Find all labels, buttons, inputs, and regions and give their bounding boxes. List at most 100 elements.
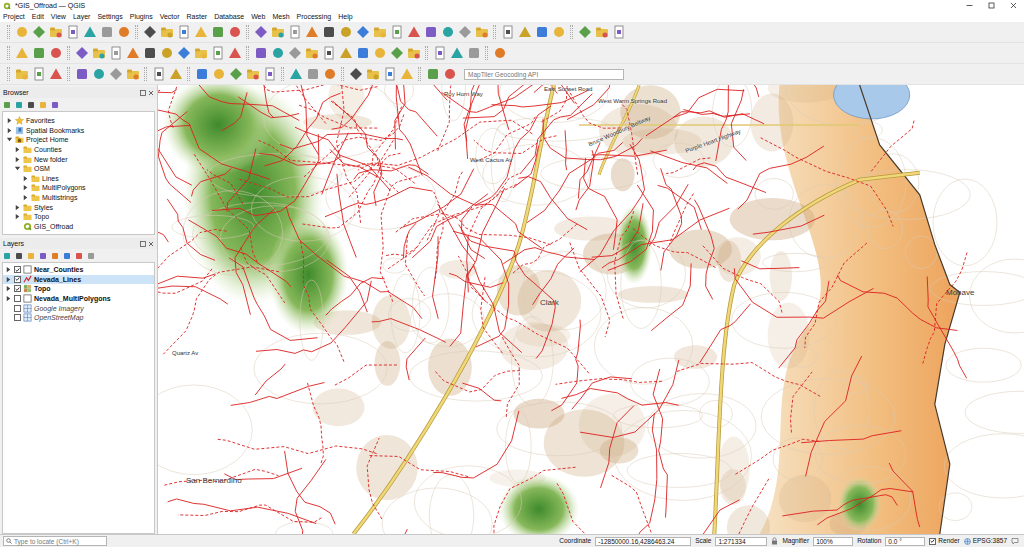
- browser-item[interactable]: Topo: [3, 212, 154, 222]
- toolbar-button[interactable]: [456, 24, 473, 41]
- toolbar-button[interactable]: [610, 24, 627, 41]
- menu-item[interactable]: Vector: [160, 13, 180, 21]
- toolbar-button[interactable]: [320, 24, 337, 41]
- toolbar-button[interactable]: [465, 45, 482, 62]
- toolbar-button[interactable]: [175, 45, 192, 62]
- toolbar-button[interactable]: [124, 66, 141, 83]
- panel-tool-button[interactable]: [74, 251, 84, 261]
- toolbar-grip[interactable]: [7, 25, 10, 39]
- layer-row[interactable]: Near_Counties: [3, 265, 154, 275]
- toolbar-button[interactable]: [192, 45, 209, 62]
- toolbar-button[interactable]: [47, 66, 64, 83]
- toolbar-button[interactable]: [303, 24, 320, 41]
- menu-item[interactable]: Project: [3, 13, 25, 21]
- toolbar-button[interactable]: [252, 45, 269, 62]
- close-button[interactable]: [1002, 0, 1024, 11]
- toolbar-button[interactable]: [381, 66, 398, 83]
- panel-tool-button[interactable]: [14, 251, 24, 261]
- toolbar-button[interactable]: [90, 45, 107, 62]
- toolbar-button[interactable]: [226, 24, 243, 41]
- expand-arrow-icon[interactable]: [6, 127, 13, 134]
- layer-row[interactable]: Google Imagery: [3, 303, 154, 313]
- toolbar-button[interactable]: [371, 45, 388, 62]
- map-canvas[interactable]: ClarkMohaveSan BernardinoRoy Horn WayEas…: [158, 85, 1024, 534]
- toolbar-button[interactable]: [354, 24, 371, 41]
- expand-arrow-icon[interactable]: [14, 146, 21, 153]
- toolbar-button[interactable]: [269, 45, 286, 62]
- layer-visibility-checkbox[interactable]: [14, 305, 21, 312]
- panel-tool-button[interactable]: [38, 100, 48, 110]
- layer-row[interactable]: Nevada_MultiPolygons: [3, 294, 154, 304]
- toolbar-button[interactable]: [158, 45, 175, 62]
- toolbar-button[interactable]: [158, 24, 175, 41]
- toolbar-button[interactable]: [261, 66, 278, 83]
- menu-item[interactable]: Database: [214, 13, 244, 21]
- toolbar-button[interactable]: [405, 24, 422, 41]
- panel-tool-button[interactable]: [38, 251, 48, 261]
- toolbar-button[interactable]: [550, 24, 567, 41]
- collapse-arrow-icon[interactable]: [6, 136, 13, 143]
- lock-icon[interactable]: [771, 537, 778, 545]
- float-panel-icon[interactable]: [140, 241, 146, 247]
- layer-visibility-checkbox[interactable]: [14, 285, 21, 292]
- toolbar-button[interactable]: [286, 24, 303, 41]
- toolbar-button[interactable]: [371, 24, 388, 41]
- close-panel-icon[interactable]: [148, 90, 154, 96]
- toolbar-button[interactable]: [303, 45, 320, 62]
- toolbar-button[interactable]: [226, 45, 243, 62]
- toolbar-button[interactable]: [30, 66, 47, 83]
- toolbar-button[interactable]: [175, 24, 192, 41]
- toolbar-button[interactable]: [13, 45, 30, 62]
- toolbar-button[interactable]: [499, 24, 516, 41]
- expand-arrow-icon[interactable]: [22, 175, 29, 182]
- toolbar-button[interactable]: [593, 24, 610, 41]
- panel-tool-button[interactable]: [86, 251, 96, 261]
- toolbar-button[interactable]: [209, 24, 226, 41]
- layer-visibility-checkbox[interactable]: [14, 266, 21, 273]
- toolbar-button[interactable]: [491, 45, 508, 62]
- minimize-button[interactable]: [958, 0, 980, 11]
- toolbar-grip[interactable]: [67, 67, 70, 81]
- rotation-field[interactable]: 0.0 °: [885, 537, 925, 546]
- toolbar-grip[interactable]: [418, 67, 421, 81]
- browser-item[interactable]: New folder: [3, 154, 154, 164]
- close-panel-icon[interactable]: [148, 241, 154, 247]
- expand-arrow-icon[interactable]: [5, 276, 12, 283]
- toolbar-button[interactable]: [210, 66, 227, 83]
- toolbar-button[interactable]: [354, 45, 371, 62]
- scale-field[interactable]: 1:271334: [715, 537, 767, 546]
- browser-item[interactable]: Spatial Bookmarks: [3, 126, 154, 136]
- toolbar-grip[interactable]: [135, 25, 138, 39]
- toolbar-grip[interactable]: [485, 46, 488, 60]
- toolbar-button[interactable]: [192, 24, 209, 41]
- menu-item[interactable]: Settings: [97, 13, 122, 21]
- toolbar-button[interactable]: [107, 66, 124, 83]
- layer-visibility-checkbox[interactable]: [14, 314, 21, 321]
- toolbar-grip[interactable]: [425, 46, 428, 60]
- browser-item[interactable]: Styles: [3, 202, 154, 212]
- toolbar-button[interactable]: [64, 24, 81, 41]
- magnifier-field[interactable]: 100%: [813, 537, 853, 546]
- panel-tool-button[interactable]: [50, 251, 60, 261]
- toolbar-button[interactable]: [441, 66, 458, 83]
- locate-field[interactable]: Type to locate (Ctrl+K): [3, 536, 107, 546]
- menu-item[interactable]: Raster: [187, 13, 208, 21]
- panel-tool-button[interactable]: [14, 100, 24, 110]
- toolbar-grip[interactable]: [493, 25, 496, 39]
- panel-tool-button[interactable]: [50, 100, 60, 110]
- toolbar-button[interactable]: [337, 24, 354, 41]
- toolbar-grip[interactable]: [7, 67, 10, 81]
- toolbar-button[interactable]: [337, 45, 354, 62]
- toolbar-button[interactable]: [424, 66, 441, 83]
- toolbar-button[interactable]: [209, 45, 226, 62]
- browser-item[interactable]: Project Home: [3, 135, 154, 145]
- toolbar-button[interactable]: [439, 24, 456, 41]
- toolbar-button[interactable]: [252, 24, 269, 41]
- toolbar-button[interactable]: [269, 24, 286, 41]
- panel-tool-button[interactable]: [2, 100, 12, 110]
- toolbar-button[interactable]: [98, 24, 115, 41]
- expand-arrow-icon[interactable]: [22, 184, 29, 191]
- toolbar-button[interactable]: [364, 66, 381, 83]
- toolbar-button[interactable]: [388, 45, 405, 62]
- toolbar-button[interactable]: [516, 24, 533, 41]
